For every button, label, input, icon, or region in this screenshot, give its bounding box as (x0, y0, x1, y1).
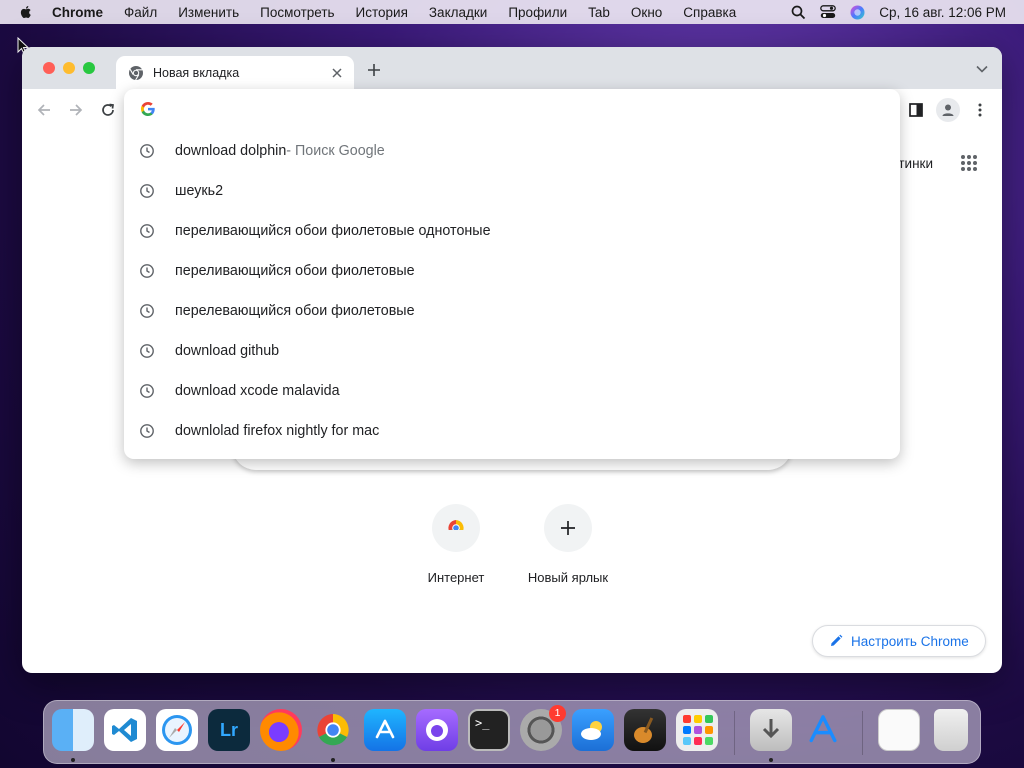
customize-chrome-button[interactable]: Настроить Chrome (812, 625, 986, 657)
menu-bar: Chrome Файл Изменить Посмотреть История … (0, 0, 1024, 24)
omnibox-suggestions-popup: download dolphin - Поиск Google шеукь2 п… (124, 89, 900, 459)
running-indicator (71, 758, 75, 762)
new-tab-plus-icon[interactable] (366, 62, 382, 78)
preview-icon[interactable] (878, 709, 920, 751)
launchpad-icon[interactable] (676, 709, 718, 751)
trash-icon[interactable] (934, 709, 968, 751)
tab-new-tab[interactable]: Новая вкладка (116, 56, 354, 89)
shortcut-label: Интернет (427, 570, 485, 585)
side-panel-icon[interactable] (907, 101, 925, 119)
menu-help[interactable]: Справка (683, 5, 736, 20)
chrome-menu-kebab-icon[interactable] (971, 101, 989, 119)
google-apps-grid-icon[interactable] (960, 154, 978, 172)
menu-bookmarks[interactable]: Закладки (429, 5, 487, 20)
history-clock-icon (140, 184, 154, 198)
back-arrow-icon[interactable] (35, 101, 53, 119)
history-clock-icon (140, 344, 154, 358)
terminal-icon[interactable]: >_ (468, 709, 510, 751)
menu-edit[interactable]: Изменить (178, 5, 239, 20)
suggestion-item[interactable]: шеукь2 (124, 171, 900, 211)
suggestion-item[interactable]: перелевающийся обои фиолетовые (124, 291, 900, 331)
tab-search-chevron-icon[interactable] (976, 65, 988, 73)
menu-history[interactable]: История (356, 5, 408, 20)
dock-separator (734, 711, 735, 755)
profile-person-icon (942, 104, 954, 116)
lightroom-label: Lr (220, 719, 238, 740)
menu-chrome[interactable]: Chrome (52, 5, 103, 20)
safari-icon[interactable] (156, 709, 198, 751)
firefox-icon[interactable] (260, 709, 302, 751)
history-clock-icon (140, 304, 154, 318)
menubar-status-area: Ср, 16 авг. 12:06 PM (791, 0, 1006, 24)
reload-icon[interactable] (99, 101, 117, 119)
suggestion-text: перелевающийся обои фиолетовые (175, 303, 415, 319)
plus-icon (561, 521, 575, 535)
suggestion-text: шеукь2 (175, 183, 224, 199)
menu-tab[interactable]: Tab (588, 5, 610, 20)
suggestion-item[interactable]: download dolphin - Поиск Google (124, 131, 900, 171)
customize-chrome-label: Настроить Chrome (851, 633, 969, 649)
finder-icon[interactable] (52, 709, 94, 751)
suggestion-text: переливающийся обои фиолетовые (175, 263, 415, 279)
chrome-icon (446, 520, 466, 538)
history-clock-icon (140, 264, 154, 278)
dock: Lr >_ 1 (43, 700, 981, 764)
suggestion-text: download dolphin (175, 143, 287, 159)
suggestion-text: download github (175, 343, 280, 359)
downloads-icon[interactable] (750, 709, 792, 751)
control-center-icon[interactable] (820, 5, 837, 19)
tab-title: Новая вкладка (153, 65, 240, 80)
suggestion-text: переливающийся обои фиолетовые однотоные (175, 223, 491, 239)
siri-icon[interactable] (850, 5, 865, 20)
menu-profiles[interactable]: Профили (508, 5, 567, 20)
shortcut-icon-circle (544, 504, 592, 552)
minimize-window-button[interactable] (63, 62, 75, 74)
tab-strip: Новая вкладка (22, 47, 1002, 89)
menu-window[interactable]: Окно (631, 5, 662, 20)
garageband-icon[interactable] (624, 709, 666, 751)
shortcut-icon-circle (432, 504, 480, 552)
lightroom-icon[interactable]: Lr (208, 709, 250, 751)
close-window-button[interactable] (43, 62, 55, 74)
suggestion-item[interactable]: downlolad firefox nightly for mac (124, 411, 900, 451)
profile-avatar-button[interactable] (936, 98, 960, 122)
chrome-icon[interactable] (312, 709, 354, 751)
notification-badge: 1 (549, 705, 566, 722)
app-store-icon[interactable] (364, 709, 406, 751)
menubar-clock[interactable]: Ср, 16 авг. 12:06 PM (879, 5, 1006, 20)
dock-separator (862, 711, 863, 755)
weather-icon[interactable] (572, 709, 614, 751)
running-indicator (769, 758, 773, 762)
ntp-images-link[interactable]: тинки (898, 156, 933, 171)
history-clock-icon (140, 224, 154, 238)
shortcut-internet[interactable]: Интернет (401, 504, 511, 585)
github-desktop-icon[interactable] (416, 709, 458, 751)
menu-view[interactable]: Посмотреть (260, 5, 334, 20)
history-clock-icon (140, 144, 154, 158)
shortcut-add-new[interactable]: Новый ярлык (513, 504, 623, 585)
suggestion-suffix: - Поиск Google (286, 143, 385, 159)
history-clock-icon (140, 424, 154, 438)
pencil-icon (831, 634, 843, 646)
running-indicator (331, 758, 335, 762)
shortcut-label: Новый ярлык (527, 570, 609, 585)
history-clock-icon (140, 384, 154, 398)
suggestion-item[interactable]: download github (124, 331, 900, 371)
zoom-window-button[interactable] (83, 62, 95, 74)
close-tab-icon[interactable] (330, 66, 344, 80)
menu-file[interactable]: Файл (124, 5, 157, 20)
spotlight-search-icon[interactable] (791, 5, 806, 20)
app-store-installer-icon[interactable] (802, 709, 844, 751)
google-g-icon (140, 102, 155, 116)
suggestion-item[interactable]: переливающийся обои фиолетовые однотоные (124, 211, 900, 251)
chrome-favicon-icon (129, 65, 143, 80)
apple-logo-icon[interactable] (18, 4, 34, 20)
vscode-icon[interactable] (104, 709, 146, 751)
suggestion-text: download xcode malavida (175, 383, 340, 399)
suggestion-item[interactable]: download xcode malavida (124, 371, 900, 411)
suggestion-item[interactable]: переливающийся обои фиолетовые (124, 251, 900, 291)
suggestion-text: downlolad firefox nightly for mac (175, 423, 380, 439)
forward-arrow-icon[interactable] (67, 101, 85, 119)
